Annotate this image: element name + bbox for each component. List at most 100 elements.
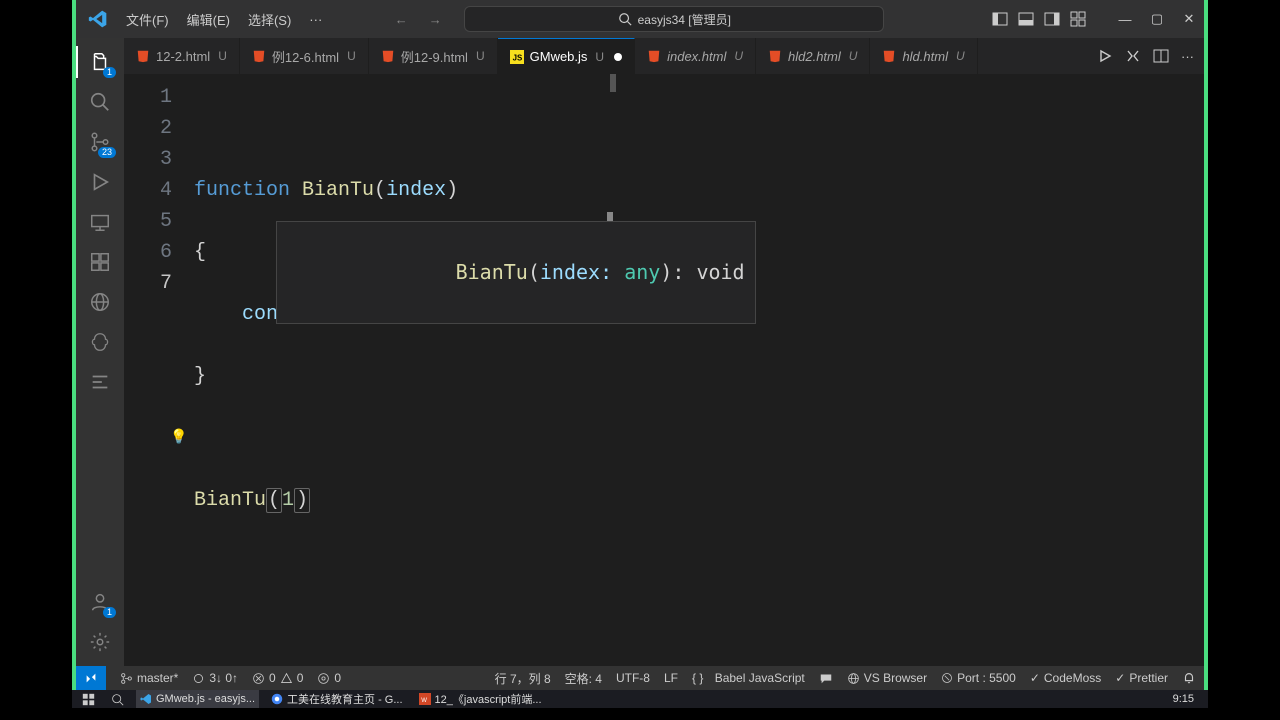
code-content[interactable]: function BianTu(index) { console.log("变图… — [194, 74, 602, 666]
menu-more[interactable]: ··· — [301, 8, 330, 31]
sig-fn: BianTu — [456, 260, 528, 284]
git-sync[interactable]: 3↓ 0↑ — [192, 671, 238, 685]
search-icon — [618, 12, 632, 26]
layout-left-icon[interactable] — [992, 11, 1008, 27]
nav-arrows: ← → — [392, 12, 444, 27]
svg-text:JS: JS — [512, 53, 522, 62]
git-branch[interactable]: master* — [120, 671, 178, 685]
tab-label: hld.html — [902, 49, 948, 64]
sync-count: 3↓ 0↑ — [209, 671, 238, 685]
line-gutter: 1 2 3 4 5 6 7 — [124, 74, 194, 666]
taskbar-label: GMweb.js - easyjs... — [156, 693, 255, 705]
remote-indicator[interactable] — [76, 666, 106, 690]
debug-icon[interactable] — [86, 168, 114, 196]
tab-overflow-icon[interactable]: ··· — [1181, 49, 1194, 64]
eol[interactable]: LF — [664, 671, 678, 685]
sig-return: void — [696, 260, 744, 284]
tab-mark: U — [347, 49, 356, 63]
tab-12-9[interactable]: 例12-9.html U — [369, 38, 498, 74]
titlebar: 文件(F) 编辑(E) 选择(S) ··· ← → easyjs34 [管理员]… — [76, 0, 1204, 38]
statusbar: master* 3↓ 0↑ 0 0 0 行 7，列 8 空格: 4 UTF-8 … — [76, 666, 1204, 690]
tab-mark: U — [849, 49, 858, 63]
maximize-icon[interactable]: ▢ — [1150, 11, 1164, 27]
tab-12-6[interactable]: 例12-6.html U — [240, 38, 369, 74]
warn-count: 0 — [297, 671, 304, 685]
tab-mark: U — [734, 49, 743, 63]
codemoss[interactable]: ✓ CodeMoss — [1030, 671, 1101, 685]
vscode-icon — [88, 9, 108, 29]
port-count: 0 — [334, 671, 341, 685]
encoding[interactable]: UTF-8 — [616, 671, 650, 685]
minimize-icon[interactable]: — — [1118, 12, 1132, 27]
taskbar-vscode[interactable]: GMweb.js - easyjs... — [136, 690, 259, 708]
run-icon[interactable] — [1097, 48, 1113, 64]
globe-icon[interactable] — [86, 288, 114, 316]
problems[interactable]: 0 0 — [252, 671, 303, 685]
nav-back-icon[interactable]: ← — [392, 12, 410, 27]
sig-param-name: index — [540, 260, 600, 284]
language-mode[interactable]: { } Babel JavaScript — [692, 671, 805, 685]
settings-gear-icon[interactable] — [86, 628, 114, 656]
tab-12-2[interactable]: 12-2.html U — [124, 38, 240, 74]
taskbar-search-icon[interactable] — [107, 690, 128, 708]
compare-icon[interactable] — [1125, 48, 1141, 64]
split-editor-icon[interactable] — [1153, 48, 1169, 64]
accounts-icon[interactable]: 1 — [86, 588, 114, 616]
taskbar-clock[interactable]: 9:15 — [1165, 693, 1202, 705]
menu-file[interactable]: 文件(F) — [118, 6, 177, 33]
explorer-icon[interactable]: 1 — [86, 48, 114, 76]
taskbar-wps[interactable]: W 12_《javascript前端... — [415, 690, 546, 708]
tab-mark: U — [218, 49, 227, 63]
scm-icon[interactable]: 23 — [86, 128, 114, 156]
windows-taskbar: GMweb.js - easyjs... 工美在线教育主页 - G... W 1… — [72, 690, 1208, 708]
command-center[interactable]: easyjs34 [管理员] — [464, 6, 884, 32]
tab-mark: U — [595, 50, 604, 64]
tab-label: 例12-9.html — [401, 47, 468, 66]
cursor-position[interactable]: 行 7，列 8 — [495, 670, 551, 687]
minimap[interactable] — [602, 74, 616, 666]
taskbar-chrome[interactable]: 工美在线教育主页 - G... — [267, 690, 407, 708]
prettier[interactable]: ✓ Prettier — [1115, 671, 1168, 685]
error-count: 0 — [269, 671, 276, 685]
openai-icon[interactable] — [86, 328, 114, 356]
indentation[interactable]: 空格: 4 — [565, 670, 602, 687]
extensions-icon[interactable] — [86, 248, 114, 276]
signature-tooltip: BianTu(index: any): void — [276, 221, 756, 324]
sig-param-type: any — [624, 260, 660, 284]
remote-explorer-icon[interactable] — [86, 208, 114, 236]
search-panel-icon[interactable] — [86, 88, 114, 116]
live-server-port[interactable]: Port : 5500 — [941, 671, 1016, 685]
menu-select[interactable]: 选择(S) — [240, 6, 299, 33]
tab-hld[interactable]: hld.html U — [870, 38, 977, 74]
layout-grid-icon[interactable] — [1070, 11, 1086, 27]
tab-label: 12-2.html — [156, 49, 210, 64]
format-icon[interactable] — [86, 368, 114, 396]
vs-browser[interactable]: VS Browser — [847, 671, 927, 685]
tab-label: hld2.html — [788, 49, 841, 64]
tab-index[interactable]: index.html U — [635, 38, 756, 74]
activitybar: 1 23 — [76, 38, 124, 666]
dirty-dot-icon — [614, 53, 622, 61]
ports[interactable]: 0 — [317, 671, 341, 685]
lightbulb-icon[interactable]: 💡 — [170, 423, 187, 454]
tab-mark: U — [476, 49, 485, 63]
tabbar: 12-2.html U 例12-6.html U 例12-9.html U JS… — [124, 38, 1204, 74]
nav-forward-icon[interactable]: → — [426, 12, 444, 27]
tab-hld2[interactable]: hld2.html U — [756, 38, 870, 74]
start-button[interactable] — [78, 690, 99, 708]
tab-label: 例12-6.html — [272, 47, 339, 66]
editor[interactable]: 1 2 3 4 5 6 7 function BianTu(index) { c… — [124, 74, 1204, 666]
close-icon[interactable]: ✕ — [1182, 11, 1196, 27]
menu-edit[interactable]: 编辑(E) — [179, 6, 238, 33]
layout-bottom-icon[interactable] — [1018, 11, 1034, 27]
layout-right-icon[interactable] — [1044, 11, 1060, 27]
explorer-badge: 1 — [103, 67, 116, 78]
tab-actions: ··· — [1087, 38, 1204, 74]
accounts-badge: 1 — [103, 607, 116, 618]
taskbar-label: 12_《javascript前端... — [435, 691, 542, 707]
tweet-feedback-icon[interactable] — [819, 671, 833, 685]
notifications-icon[interactable] — [1182, 671, 1196, 685]
vscode-window: 文件(F) 编辑(E) 选择(S) ··· ← → easyjs34 [管理员]… — [72, 0, 1208, 690]
tab-gmweb[interactable]: JS GMweb.js U — [498, 38, 635, 74]
branch-name: master* — [137, 671, 178, 685]
